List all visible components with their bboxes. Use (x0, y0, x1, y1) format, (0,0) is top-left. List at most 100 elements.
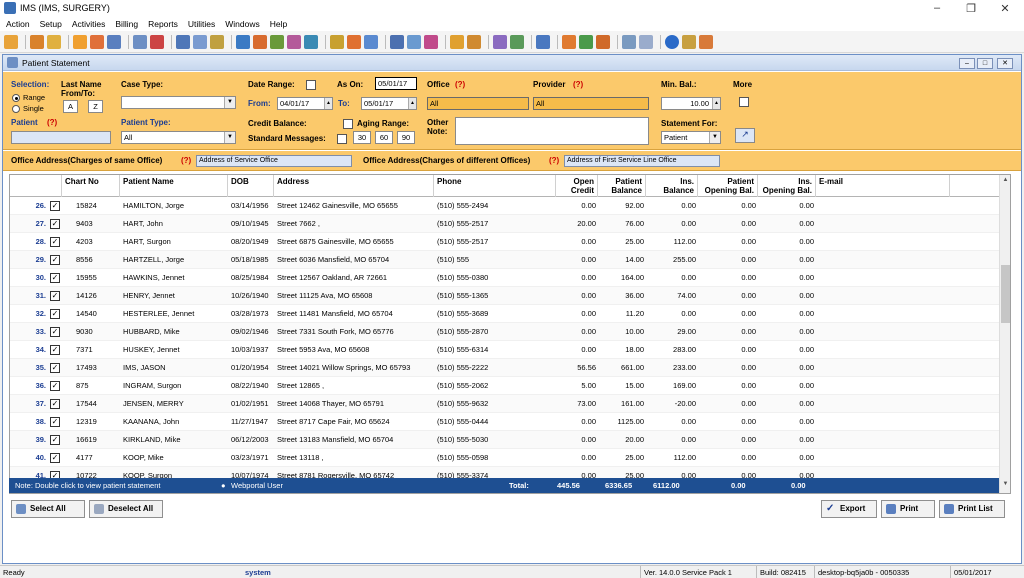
row-checkbox[interactable]: ✓ (50, 309, 60, 319)
single-radio[interactable] (12, 105, 20, 113)
header-phone[interactable]: Phone (434, 175, 556, 197)
menu-billing[interactable]: Billing (115, 19, 138, 29)
form-icon[interactable] (176, 34, 190, 49)
office-input[interactable]: All (427, 97, 529, 110)
menu-action[interactable]: Action (6, 19, 30, 29)
row-checkbox[interactable]: ✓ (50, 255, 60, 265)
diff-office-address-select[interactable]: Address of First Service Line Office (564, 155, 720, 167)
reminder-icon[interactable] (424, 34, 438, 49)
provider-help[interactable]: (?) (573, 80, 583, 89)
from-date-input[interactable]: 04/01/17 ▲ (277, 97, 333, 110)
spinner-icon[interactable]: ▲ (408, 98, 416, 109)
calculator-icon[interactable] (622, 34, 636, 49)
email-icon[interactable] (407, 34, 421, 49)
spinner-icon[interactable]: ▲ (712, 98, 720, 109)
printer-icon[interactable] (364, 34, 378, 49)
patient-input[interactable] (11, 131, 111, 144)
exit-icon[interactable] (699, 34, 713, 49)
refresh-icon[interactable] (579, 34, 593, 49)
row-checkbox[interactable]: ✓ (50, 381, 60, 391)
lock-icon[interactable] (682, 34, 696, 49)
print-list-button[interactable]: Print List (939, 500, 1005, 518)
users-icon[interactable] (30, 34, 44, 49)
transfer-icon[interactable] (287, 34, 301, 49)
scroll-up-icon[interactable]: ▲ (1000, 177, 1010, 183)
office-help[interactable]: (?) (455, 80, 465, 89)
select-all-button[interactable]: Select All (11, 500, 85, 518)
diff-office-help[interactable]: (?) (549, 156, 559, 165)
from-letter-input[interactable]: A (63, 100, 78, 113)
scroll-down-icon[interactable]: ▼ (1000, 481, 1010, 487)
row-checkbox[interactable]: ✓ (50, 435, 60, 445)
menu-utilities[interactable]: Utilities (188, 19, 215, 29)
menu-help[interactable]: Help (270, 19, 287, 29)
to-date-input[interactable]: 05/01/17 ▲ (361, 97, 417, 110)
statement-settings-button[interactable]: ↗ (735, 128, 755, 143)
header-email[interactable]: E-mail (816, 175, 950, 197)
money-icon[interactable] (270, 34, 284, 49)
table-row[interactable]: 37. ✓ 17544 JENSEN, MERRY 01/02/1951 Street 1… (10, 395, 1000, 413)
table-row[interactable]: 26. ✓ 15824 HAMILTON, Jorge 03/14/1956 Street… (10, 197, 1000, 215)
table-row[interactable]: 31. ✓ 14126 HENRY, Jennet 10/26/1940 Street 1… (10, 287, 1000, 305)
table-row[interactable]: 33. ✓ 9030 HUBBARD, Mike 09/02/1946 Street 73… (10, 323, 1000, 341)
analysis-icon[interactable] (510, 34, 524, 49)
table-row[interactable]: 28. ✓ 4203 HART, Surgon 08/20/1949 Street 687… (10, 233, 1000, 251)
table-row[interactable]: 32. ✓ 14540 HESTERLEE, Jennet 03/28/1973 Stre… (10, 305, 1000, 323)
table-row[interactable]: 30. ✓ 15955 HAWKINS, Jennet 08/25/1984 Street… (10, 269, 1000, 287)
same-office-address-select[interactable]: Address of Service Office (196, 155, 352, 167)
header-open-credit[interactable]: Open Credit (556, 175, 598, 197)
menu-reports[interactable]: Reports (148, 19, 178, 29)
header-patient-name[interactable]: Patient Name (120, 175, 228, 197)
row-checkbox[interactable]: ✓ (50, 327, 60, 337)
row-checkbox[interactable]: ✓ (50, 345, 60, 355)
row-checkbox[interactable]: ✓ (50, 417, 60, 427)
chart-icon[interactable] (347, 34, 361, 49)
inbox-icon[interactable] (562, 34, 576, 49)
table-row[interactable]: 29. ✓ 8556 HARTZELL, Jorge 05/18/1985 Street … (10, 251, 1000, 269)
close-button[interactable]: ✕ (990, 0, 1020, 16)
same-office-help[interactable]: (?) (181, 156, 191, 165)
document-icon[interactable] (107, 34, 121, 49)
deposit-icon[interactable] (253, 34, 267, 49)
aging-30-input[interactable]: 30 (353, 131, 371, 144)
menu-windows[interactable]: Windows (225, 19, 259, 29)
window-icon[interactable] (639, 34, 653, 49)
statement-for-select[interactable]: Patient ▼ (661, 131, 721, 144)
row-checkbox[interactable]: ✓ (50, 237, 60, 247)
menu-activities[interactable]: Activities (72, 19, 106, 29)
note-icon[interactable] (210, 34, 224, 49)
header-address[interactable]: Address (274, 175, 434, 197)
header-chart-no[interactable]: Chart No (62, 175, 120, 197)
child-minimize-button[interactable]: – (959, 58, 975, 69)
edit-icon[interactable] (47, 34, 61, 49)
header-patient-balance[interactable]: Patient Balance (598, 175, 646, 197)
payment-icon[interactable] (236, 34, 250, 49)
menu-setup[interactable]: Setup (40, 19, 62, 29)
child-close-button[interactable]: ✕ (997, 58, 1013, 69)
row-checkbox[interactable]: ✓ (50, 363, 60, 373)
export-button[interactable]: ✓ Export (821, 500, 877, 518)
minimize-button[interactable]: – (922, 0, 952, 16)
scheduler-icon[interactable] (450, 34, 464, 49)
patient-icon[interactable] (4, 34, 18, 49)
claim-icon[interactable] (133, 34, 147, 49)
date-range-checkbox[interactable] (306, 80, 316, 90)
bar-chart-icon[interactable] (493, 34, 507, 49)
standard-messages-checkbox[interactable] (337, 134, 347, 144)
aging-60-input[interactable]: 60 (375, 131, 393, 144)
row-checkbox[interactable]: ✓ (50, 219, 60, 229)
restore-button[interactable]: ❐ (956, 0, 986, 16)
table-row[interactable]: 40. ✓ 4177 KOOP, Mike 03/23/1971 Street 13118… (10, 449, 1000, 467)
range-radio[interactable] (12, 94, 20, 102)
header-ins-balance[interactable]: Ins. Balance (646, 175, 698, 197)
statement-icon[interactable] (304, 34, 318, 49)
table-row[interactable]: 38. ✓ 12319 KAANANA, John 11/27/1947 Street 8… (10, 413, 1000, 431)
report-icon[interactable] (330, 34, 344, 49)
header-ins-opening[interactable]: Ins. Opening Bal. (758, 175, 816, 197)
list-icon[interactable] (193, 34, 207, 49)
row-checkbox[interactable]: ✓ (50, 399, 60, 409)
tasks-icon[interactable] (596, 34, 610, 49)
copy-icon[interactable] (536, 34, 550, 49)
row-checkbox[interactable]: ✓ (50, 201, 60, 211)
min-bal-input[interactable]: 10.00 ▲ (661, 97, 721, 110)
